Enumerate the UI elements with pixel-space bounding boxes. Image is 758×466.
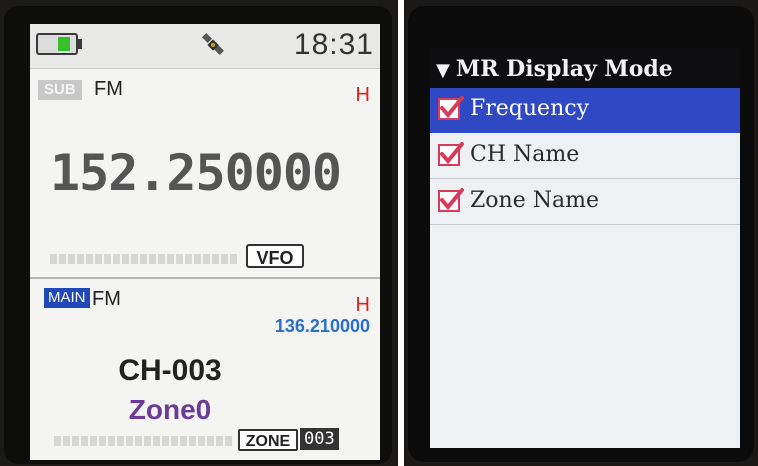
checkbox-checked-icon[interactable]	[438, 96, 464, 120]
sub-signal-meter	[50, 254, 237, 264]
sub-power-indicator: H	[355, 84, 370, 106]
menu-item-label: Zone Name	[470, 188, 599, 213]
sub-band-badge: SUB	[38, 80, 82, 100]
menu-item-zone-name[interactable]: Zone Name	[430, 180, 740, 225]
menu-item-label: Frequency	[470, 96, 589, 121]
radio-display-main: 18:31 SUB FM H 152.250000 VFO MAIN FM H …	[30, 24, 380, 460]
zone-name: Zone0	[128, 394, 212, 425]
main-signal-meter	[54, 436, 232, 446]
checkbox-checked-icon[interactable]	[438, 188, 464, 212]
zone-indicator: ZONE	[238, 429, 298, 451]
zone-number: 003	[300, 428, 339, 450]
left-radio-photo: 18:31 SUB FM H 152.250000 VFO MAIN FM H …	[0, 0, 398, 466]
main-mode-label: FM	[92, 288, 121, 310]
menu-item-frequency[interactable]: Frequency	[430, 88, 740, 133]
menu-title: MR Display Mode	[455, 56, 673, 82]
satellite-icon	[202, 33, 224, 55]
right-radio-photo: ▼ MR Display Mode Frequency CH Name Zone …	[404, 0, 758, 466]
triangle-down-icon: ▼	[436, 60, 450, 81]
main-band-badge: MAIN	[44, 288, 90, 308]
checkbox-checked-icon[interactable]	[438, 142, 464, 166]
status-bar: 18:31	[30, 24, 380, 69]
radio-display-menu: ▼ MR Display Mode Frequency CH Name Zone …	[430, 48, 740, 448]
main-power-indicator: H	[355, 294, 370, 316]
sub-mode-label: FM	[94, 78, 123, 100]
battery-icon	[36, 33, 78, 55]
clock: 18:31	[293, 28, 374, 61]
vfo-indicator: VFO	[246, 244, 304, 268]
sub-frequency: 152.250000	[50, 144, 342, 202]
menu-item-label: CH Name	[470, 142, 580, 167]
band-divider	[30, 277, 380, 279]
menu-title-bar: ▼ MR Display Mode	[430, 48, 740, 88]
channel-name: CH-003	[118, 354, 222, 387]
main-secondary-frequency: 136.210000	[274, 316, 370, 336]
battery-cap	[78, 39, 82, 49]
menu-item-ch-name[interactable]: CH Name	[430, 134, 740, 179]
